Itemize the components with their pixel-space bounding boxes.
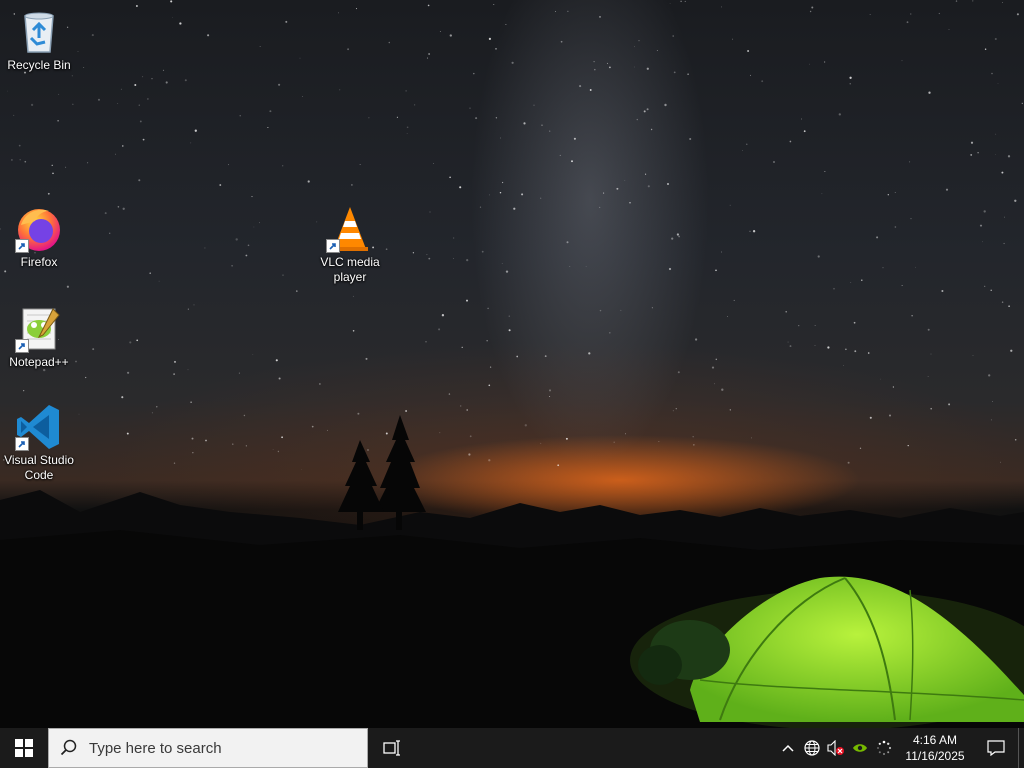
task-view-button[interactable] xyxy=(370,728,414,768)
clock-time: 4:16 AM xyxy=(912,733,958,747)
system-tray: 4:16 AM 11/16/2025 xyxy=(776,728,1024,768)
shortcut-arrow-icon xyxy=(15,437,29,451)
tray-loading-button[interactable] xyxy=(872,728,896,768)
tray-volume-button[interactable] xyxy=(824,728,848,768)
start-button[interactable] xyxy=(0,728,48,768)
notepad-plus-plus-icon xyxy=(15,305,63,353)
clock-date: 11/16/2025 xyxy=(905,749,965,763)
firefox-label: Firefox xyxy=(20,255,58,269)
nvidia-icon xyxy=(853,744,867,752)
recycle-bin-icon xyxy=(15,8,63,56)
desktop-icon-vscode[interactable]: Visual Studio Code xyxy=(2,403,76,483)
tray-network-button[interactable] xyxy=(800,728,824,768)
shortcut-arrow-icon xyxy=(15,339,29,353)
loading-spinner-icon xyxy=(877,740,892,755)
shortcut-arrow-icon xyxy=(15,239,29,253)
tray-nvidia-button[interactable] xyxy=(848,728,872,768)
desktop-icon-vlc[interactable]: VLC media player xyxy=(313,205,387,285)
desktop-icon-recycle-bin[interactable]: Recycle Bin xyxy=(2,8,76,73)
notepad-plus-plus-label: Notepad++ xyxy=(9,355,69,369)
desktop-icon-notepad-plus-plus[interactable]: Notepad++ xyxy=(2,305,76,370)
vlc-label: VLC media player xyxy=(320,255,380,284)
chevron-up-icon xyxy=(782,744,794,752)
tray-overflow-button[interactable] xyxy=(776,728,800,768)
speaker-muted-icon xyxy=(827,740,844,756)
vscode-icon xyxy=(15,403,63,451)
vlc-icon xyxy=(326,205,374,253)
notification-icon xyxy=(987,740,1005,756)
recycle-bin-label: Recycle Bin xyxy=(7,58,71,72)
taskbar-clock[interactable]: 4:16 AM 11/16/2025 xyxy=(896,732,974,764)
task-view-icon xyxy=(383,740,400,756)
firefox-icon xyxy=(15,205,63,253)
glowing-tent xyxy=(630,576,1024,728)
globe-network-icon xyxy=(804,740,820,756)
desktop-icon-firefox[interactable]: Firefox xyxy=(2,205,76,270)
shortcut-arrow-icon xyxy=(326,239,340,253)
taskbar: Type here to search 4:16 AM 11/16/2025 xyxy=(0,728,1024,768)
search-placeholder: Type here to search xyxy=(89,739,222,757)
vscode-label: Visual Studio Code xyxy=(4,453,74,482)
action-center-button[interactable] xyxy=(974,728,1018,768)
windows-logo-icon xyxy=(15,739,33,757)
search-icon xyxy=(49,739,89,757)
show-desktop-button[interactable] xyxy=(1018,728,1024,768)
taskbar-search-box[interactable]: Type here to search xyxy=(48,728,368,768)
desktop-background: Recycle Bin Firefox Notepad++ Visual Stu… xyxy=(0,0,1024,728)
